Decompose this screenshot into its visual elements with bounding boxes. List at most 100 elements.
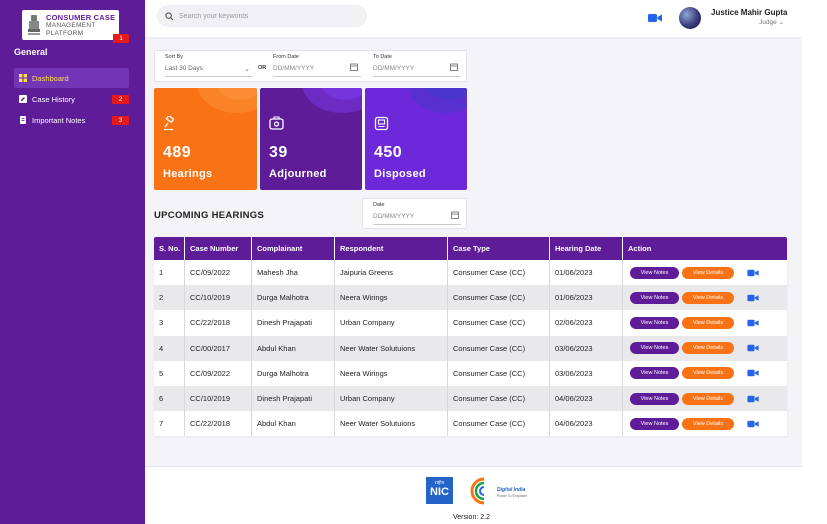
- video-call-icon[interactable]: [747, 269, 759, 277]
- nic-text: NIC: [430, 486, 449, 498]
- action-cell: View Notes View Details: [623, 310, 787, 335]
- case-type-cell: Consumer Case (CC): [448, 260, 550, 286]
- column-header: Hearing Date: [550, 237, 623, 260]
- case-number-cell: CC/10/2019: [185, 385, 252, 412]
- view-notes-button[interactable]: View Notes: [630, 342, 679, 355]
- serial-cell: 2: [154, 285, 185, 311]
- search-bar[interactable]: [157, 5, 367, 27]
- to-date-input[interactable]: DD/MM/YYYY: [373, 65, 414, 72]
- table-header: S. No. Case Number Complainant Responden…: [154, 237, 787, 260]
- chevron-down-icon: ⌄: [778, 19, 784, 26]
- video-call-icon[interactable]: [747, 395, 759, 403]
- table-body: 1 CC/09/2022 Mahesh Jha Jaipuria Greens Cons…: [154, 260, 787, 437]
- gavel-icon: [164, 116, 175, 131]
- table-row: 5 CC/09/2022 Durga Malhotra Neera Wirings Co…: [154, 360, 787, 386]
- briefcase-icon: [269, 116, 284, 130]
- hearing-date-input[interactable]: DD/MM/YYYY: [373, 213, 414, 220]
- column-header: Complainant: [252, 237, 335, 260]
- hearing-date-cell: 03/06/2023: [550, 360, 623, 386]
- notes-icon: [20, 116, 26, 124]
- sort-select[interactable]: Last 30 Days: [165, 65, 203, 72]
- sidebar-item-label: Dashboard: [32, 73, 69, 83]
- from-date-input[interactable]: DD/MM/YYYY: [273, 65, 314, 72]
- from-date-label: From Date: [273, 54, 299, 60]
- sidebar-item-label: Important Notes: [32, 115, 86, 125]
- calendar-icon[interactable]: [350, 63, 358, 71]
- view-details-button[interactable]: View Details: [682, 316, 734, 329]
- video-call-icon[interactable]: [747, 344, 759, 352]
- user-role-dropdown[interactable]: Judge ⌄: [759, 18, 784, 26]
- case-number-cell: CC/09/2022: [185, 360, 252, 386]
- disposed-card[interactable]: 450 Disposed: [365, 88, 467, 190]
- search-input[interactable]: [179, 12, 349, 20]
- view-notes-button[interactable]: View Notes: [630, 392, 679, 405]
- view-notes-button[interactable]: View Notes: [630, 291, 679, 304]
- video-call-icon[interactable]: [648, 13, 662, 23]
- case-type-cell: Consumer Case (CC): [448, 360, 550, 386]
- view-details-button[interactable]: View Details: [682, 417, 734, 430]
- chevron-down-icon[interactable]: ⌄: [244, 65, 250, 73]
- app-logo[interactable]: CONSUMER CASE MANAGEMENT PLATFORM: [22, 10, 119, 40]
- grid-icon: [19, 74, 27, 82]
- respondent-cell: Neer Water Solutuions: [335, 411, 448, 437]
- view-notes-button[interactable]: View Notes: [630, 316, 679, 329]
- view-details-button[interactable]: View Details: [682, 266, 734, 279]
- hearings-count: 489: [163, 144, 192, 161]
- serial-cell: 3: [154, 310, 185, 336]
- table-row: 2 CC/10/2019 Durga Malhotra Neera Wirings Co…: [154, 285, 787, 311]
- case-number-cell: CC/10/2019: [185, 285, 252, 311]
- disposed-label: Disposed: [374, 168, 426, 180]
- view-notes-button[interactable]: View Notes: [630, 266, 679, 279]
- logo-subtitle-2: PLATFORM: [46, 30, 84, 37]
- to-date-underline: [373, 76, 461, 77]
- adjourned-card[interactable]: 39 Adjourned: [260, 88, 362, 190]
- action-cell: View Notes View Details: [623, 336, 787, 361]
- date-label: Date: [373, 202, 385, 208]
- upcoming-hearings-title: UPCOMING HEARINGS: [154, 210, 265, 221]
- hearings-card[interactable]: 489 Hearings: [154, 88, 257, 190]
- video-call-icon[interactable]: [747, 319, 759, 327]
- important-notes-badge: 3: [112, 116, 129, 125]
- view-details-button[interactable]: View Details: [682, 342, 734, 355]
- user-avatar[interactable]: [679, 7, 701, 29]
- complainant-cell: Abdul Khan: [252, 411, 335, 437]
- table-row: 7 CC/22/2018 Abdul Khan Neer Water Solutuio…: [154, 411, 787, 437]
- sidebar-item-important-notes[interactable]: Important Notes 3: [14, 110, 129, 130]
- sidebar-item-case-history[interactable]: Case History 2: [14, 89, 129, 109]
- case-history-badge: 2: [112, 95, 129, 104]
- user-name[interactable]: Justice Mahir Gupta: [711, 8, 787, 17]
- column-header: Case Type: [448, 237, 550, 260]
- view-notes-button[interactable]: View Notes: [630, 417, 679, 430]
- hearing-date-filter: Date DD/MM/YYYY: [362, 198, 467, 229]
- serial-cell: 5: [154, 360, 185, 386]
- case-type-cell: Consumer Case (CC): [448, 411, 550, 437]
- video-call-icon[interactable]: [747, 369, 759, 377]
- version-text: Version: 2.2: [453, 514, 490, 521]
- video-call-icon[interactable]: [747, 420, 759, 428]
- sort-label: Sort By: [165, 54, 184, 60]
- case-type-cell: Consumer Case (CC): [448, 335, 550, 361]
- complainant-cell: Mahesh Jha: [252, 260, 335, 286]
- nic-hindi-text: राष्ट्रीय: [434, 480, 445, 485]
- complainant-cell: Durga Malhotra: [252, 285, 335, 311]
- view-details-button[interactable]: View Details: [682, 392, 734, 405]
- hearing-date-cell: 04/06/2023: [550, 385, 623, 412]
- hearing-date-cell: 04/06/2023: [550, 411, 623, 437]
- action-cell: View Notes View Details: [623, 260, 787, 285]
- calendar-icon[interactable]: [450, 63, 458, 71]
- emblem-icon: [28, 15, 40, 35]
- table-row: 6 CC/10/2019 Dinesh Prajapati Urban Company…: [154, 385, 787, 412]
- calendar-icon[interactable]: [451, 211, 459, 219]
- date-underline: [373, 224, 461, 225]
- to-date-label: To Date: [373, 54, 392, 60]
- adjourned-label: Adjourned: [269, 168, 327, 180]
- sidebar-item-dashboard[interactable]: Dashboard: [14, 68, 129, 88]
- table-row: 4 CC/00/2017 Abdul Khan Neer Water Solutuio…: [154, 335, 787, 361]
- view-notes-button[interactable]: View Notes: [630, 367, 679, 380]
- view-details-button[interactable]: View Details: [682, 367, 734, 380]
- hearing-date-cell: 03/06/2023: [550, 335, 623, 361]
- view-details-button[interactable]: View Details: [682, 291, 734, 304]
- hearings-table: S. No. Case Number Complainant Responden…: [154, 237, 787, 437]
- video-call-icon[interactable]: [747, 294, 759, 302]
- table-row: 3 CC/22/2018 Dinesh Prajapati Urban Company…: [154, 310, 787, 336]
